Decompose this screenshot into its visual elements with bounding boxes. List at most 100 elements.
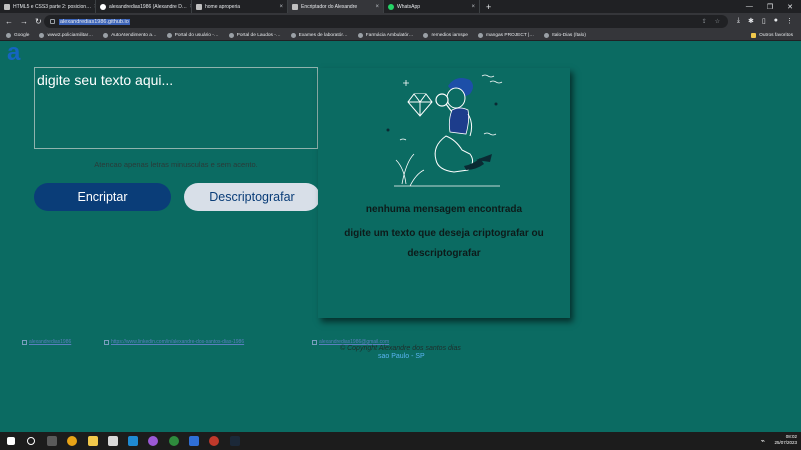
clock-date: 25/07/2023: [774, 440, 797, 445]
bookmark-remedios[interactable]: remedios iamspe: [423, 32, 468, 38]
minimize-icon[interactable]: —: [746, 3, 753, 11]
steam-icon[interactable]: [230, 436, 240, 446]
chrome-active-icon[interactable]: [209, 436, 219, 446]
footer-link-text: alexandredias1986: [29, 339, 72, 345]
city-text: sao Paulo - SP: [378, 353, 425, 360]
bookmark-star-icon[interactable]: ☆: [715, 18, 720, 25]
page-icon: [4, 3, 10, 10]
close-tab-icon[interactable]: ×: [279, 4, 283, 10]
decrypt-button[interactable]: Descriptografar: [184, 183, 320, 211]
site-icon: [477, 32, 483, 38]
message-input[interactable]: [34, 67, 318, 149]
bookmark-italo-dias[interactable]: Italo-Dias (Ítalo): [544, 32, 586, 38]
new-tab-button[interactable]: +: [486, 2, 491, 12]
forward-icon[interactable]: →: [20, 17, 28, 26]
maximize-icon[interactable]: ❐: [767, 3, 773, 11]
other-bookmarks[interactable]: Outros favoritos: [751, 32, 801, 38]
xbox-icon[interactable]: [169, 436, 179, 446]
close-tab-icon[interactable]: ×: [375, 4, 379, 10]
bookmark-farmacia[interactable]: Farmácia Ambulatór…: [357, 32, 414, 38]
close-tab-icon[interactable]: ×: [471, 4, 475, 10]
tab-title: WhatsApp: [397, 3, 421, 10]
taskbar: ⌁ 08:02 25/07/2023: [0, 432, 801, 450]
bookmark-portal-usuario[interactable]: Portal do usuário -…: [166, 32, 219, 38]
network-icon[interactable]: ⌁: [761, 437, 765, 445]
toolbar: ← → ↻ alexandredias1986.github.io ⇪ ☆ ⤓ …: [0, 13, 801, 30]
site-icon: [228, 32, 234, 38]
broken-image-icon: [312, 339, 317, 345]
vscode-icon[interactable]: [128, 436, 138, 446]
share-icon[interactable]: ⇪: [702, 18, 707, 25]
bookmark-exames[interactable]: Exames de laboratór…: [290, 32, 348, 38]
footer-link-text: https://www.linkedin.com/in/alexandre-do…: [111, 339, 245, 345]
url-text[interactable]: alexandredias1986.github.io: [59, 18, 130, 25]
sidepanel-icon[interactable]: ▯: [762, 17, 766, 25]
tab-whatsapp[interactable]: WhatsApp ×: [384, 0, 480, 13]
bookmark-label: Portal de Laudos -…: [236, 32, 281, 38]
reload-icon[interactable]: ↻: [35, 17, 42, 26]
back-icon[interactable]: ←: [5, 17, 13, 26]
site-icon: [166, 32, 172, 38]
bookmark-label: Italo-Dias (Ítalo): [552, 32, 586, 38]
site-icon: [290, 32, 296, 38]
bookmark-label: AutoAtendimento a…: [111, 32, 157, 38]
menu-icon[interactable]: ⋮: [786, 17, 793, 25]
tab-github[interactable]: alexandredias1986 (Alexandre D… ×: [96, 0, 192, 13]
bookmark-label: Farmácia Ambulatór…: [365, 32, 414, 38]
tab-title: HTML5 e CSS3 parte 2: posicion…: [13, 3, 92, 10]
bookmark-label: www2.policiamilitar…: [47, 32, 94, 38]
bookmark-mangas[interactable]: mangas PROJECT |…: [477, 32, 534, 38]
clock[interactable]: 08:02 25/07/2023: [774, 434, 797, 446]
broken-image-icon: [104, 339, 109, 345]
bookmark-label: Outros favoritos: [759, 32, 793, 38]
empty-state-text: digite um texto que deseja criptografar …: [344, 228, 544, 259]
bookmark-autoatendimento[interactable]: AutoAtendimento a…: [103, 32, 157, 38]
footer-link-linkedin[interactable]: https://www.linkedin.com/in/alexandre-do…: [104, 339, 244, 345]
tab-html5-css3[interactable]: HTML5 e CSS3 parte 2: posicion… ×: [0, 0, 96, 13]
bookmark-label: remedios iamspe: [431, 32, 468, 38]
folder-icon: [751, 32, 757, 38]
security-icon[interactable]: [189, 436, 199, 446]
page-icon: [292, 3, 298, 10]
extensions-icon[interactable]: ✱: [748, 17, 754, 25]
github-icon: [544, 32, 550, 38]
notepad-icon[interactable]: [108, 436, 118, 446]
windows-start-icon[interactable]: [7, 437, 15, 445]
footer-link-github[interactable]: alexandredias1986: [22, 339, 71, 345]
bookmark-label: Portal do usuário -…: [174, 32, 219, 38]
address-bar[interactable]: alexandredias1986.github.io ⇪ ☆: [44, 15, 728, 28]
tab-encriptador[interactable]: Encriptador do Alexandre ×: [288, 0, 384, 13]
broken-image-icon: [22, 339, 27, 345]
window-controls: — ❐ ✕: [746, 3, 801, 11]
tab-home-aproperia[interactable]: home aproperia ×: [192, 0, 288, 13]
github-icon: [100, 3, 106, 10]
tab-strip: HTML5 e CSS3 parte 2: posicion… × alexan…: [0, 0, 801, 13]
bookmark-portal-laudos[interactable]: Portal de Laudos -…: [228, 32, 281, 38]
bookmark-label: Exames de laboratór…: [298, 32, 348, 38]
whatsapp-icon: [388, 3, 394, 10]
site-icon: [423, 32, 429, 38]
output-panel: nenhuma mensagem encontrada digite um te…: [318, 68, 570, 318]
google-icon: [6, 32, 11, 38]
close-window-icon[interactable]: ✕: [787, 3, 793, 11]
bookmark-google[interactable]: Google: [6, 32, 29, 38]
extensions-area: ⤓ ✱ ▯ ● ⋮: [737, 17, 793, 25]
profile-icon[interactable]: ●: [774, 17, 778, 25]
site-icon: [357, 32, 363, 38]
task-view-icon[interactable]: [47, 436, 57, 446]
site-icon: [103, 32, 109, 38]
search-icon[interactable]: [27, 437, 35, 445]
input-hint: Atencao apenas letras minusculas e sem a…: [94, 160, 258, 169]
encrypt-button[interactable]: Encriptar: [34, 183, 171, 211]
bookmarks-bar: Google www2.policiamilitar… AutoAtendime…: [0, 30, 801, 41]
omnibox-actions: ⇪ ☆: [702, 18, 728, 25]
tab-title: alexandredias1986 (Alexandre D…: [109, 3, 187, 10]
app-icon[interactable]: [148, 436, 158, 446]
download-icon[interactable]: ⤓: [737, 17, 740, 25]
chrome-icon[interactable]: [67, 436, 77, 446]
site-logo: a: [7, 39, 21, 66]
bookmark-policiamilitar[interactable]: www2.policiamilitar…: [39, 32, 94, 38]
file-explorer-icon[interactable]: [88, 436, 98, 446]
copyright-text: © Copyright Alexandre dos santos dias: [340, 345, 461, 352]
lock-icon[interactable]: [50, 19, 55, 24]
